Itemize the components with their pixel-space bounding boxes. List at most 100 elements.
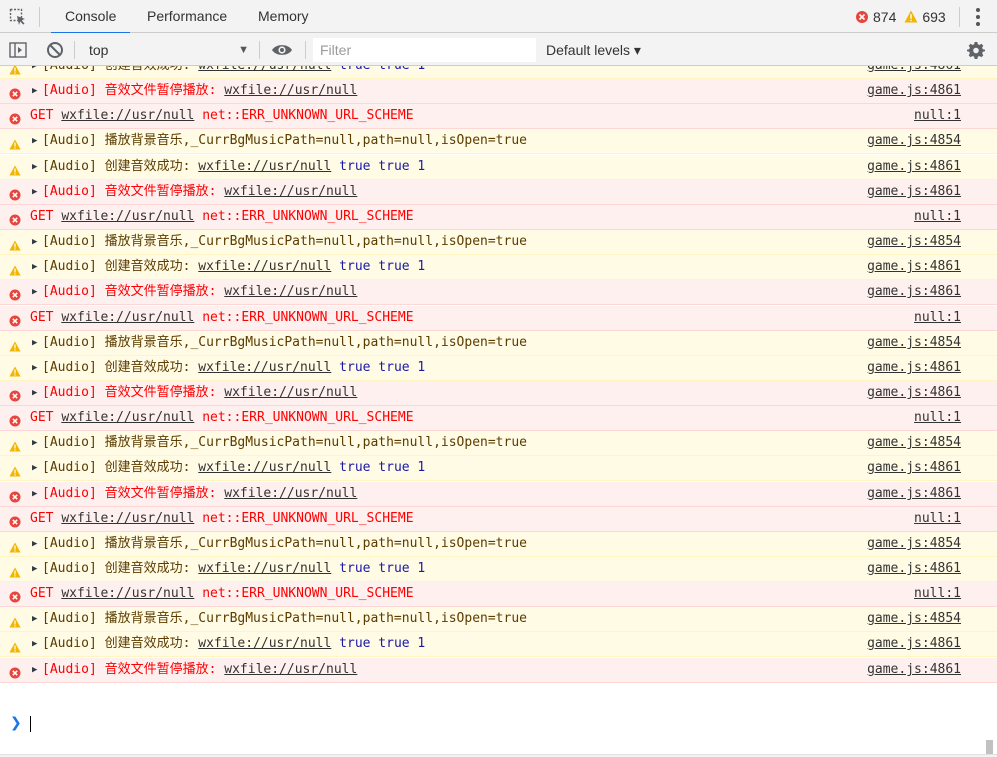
source-link[interactable]: game.js:4861 [867, 180, 961, 204]
filter-input[interactable] [313, 38, 536, 62]
tab-console[interactable]: Console [50, 0, 131, 34]
warning-message-row[interactable]: ▶[Audio] 创建音效成功: wxfile://usr/null true … [0, 155, 997, 180]
source-link[interactable]: game.js:4861 [867, 66, 961, 78]
message-url-link[interactable]: wxfile://usr/null [198, 66, 331, 73]
message-url-link[interactable]: wxfile://usr/null [224, 284, 357, 299]
message-url-link[interactable]: wxfile://usr/null [198, 159, 331, 174]
error-message-row[interactable]: ▶ [Audio] 音效文件暂停播放: wxfile://usr/null game… [0, 79, 997, 104]
expand-triangle-icon[interactable]: ▶ [32, 607, 37, 631]
expand-triangle-icon[interactable]: ▶ [32, 79, 37, 103]
warning-message-row[interactable]: ▶ [Audio] 播放背景音乐,_CurrBgMusicPath=null,pa… [0, 431, 997, 456]
source-link[interactable]: game.js:4854 [867, 532, 961, 556]
expand-triangle-icon[interactable]: ▶ [32, 280, 37, 304]
source-link[interactable]: game.js:4854 [867, 331, 961, 355]
issue-counts[interactable]: 874 693 [855, 0, 946, 33]
source-link[interactable]: game.js:4861 [867, 356, 961, 380]
more-options-icon[interactable] [969, 6, 987, 28]
error-icon [9, 664, 21, 679]
message-url-link[interactable]: wxfile://usr/null [224, 184, 357, 199]
source-link[interactable]: game.js:4861 [867, 482, 961, 506]
message-url-link[interactable]: wxfile://usr/null [61, 586, 194, 601]
error-message-row[interactable]: ▶ [Audio] 音效文件暂停播放: wxfile://usr/null game… [0, 381, 997, 406]
expand-triangle-icon[interactable]: ▶ [32, 331, 37, 355]
source-link[interactable]: game.js:4854 [867, 230, 961, 254]
error-message-row: GET wxfile://usr/null net::ERR_UNKNOWN_U… [0, 406, 997, 431]
message-url-link[interactable]: wxfile://usr/null [224, 486, 357, 501]
source-link[interactable]: game.js:4861 [867, 381, 961, 405]
console-prompt[interactable]: ❯ [0, 711, 997, 741]
source-link[interactable]: game.js:4861 [867, 658, 961, 682]
source-link[interactable]: game.js:4861 [867, 280, 961, 304]
tab-memory[interactable]: Memory [258, 0, 309, 33]
warning-message-row[interactable]: ▶ [Audio] 播放背景音乐,_CurrBgMusicPath=null,pa… [0, 230, 997, 255]
warning-message-row[interactable]: ▶ [Audio] 播放背景音乐,_CurrBgMusicPath=null,pa… [0, 129, 997, 154]
expand-triangle-icon[interactable]: ▶ [32, 557, 37, 581]
message-url-link[interactable]: wxfile://usr/null [198, 360, 331, 375]
message-text: [Audio] 播放背景音乐,_CurrBgMusicPath=null,pat… [42, 230, 527, 254]
tab-performance[interactable]: Performance [147, 0, 227, 33]
inspect-element-icon[interactable] [6, 6, 30, 28]
expand-triangle-icon[interactable]: ▶ [32, 482, 37, 506]
source-link[interactable]: null:1 [914, 205, 961, 229]
message-url-link[interactable]: wxfile://usr/null [198, 561, 331, 576]
source-link[interactable]: game.js:4861 [867, 155, 961, 179]
source-link[interactable]: game.js:4861 [867, 632, 961, 656]
sidebar-toggle-icon[interactable] [7, 39, 29, 61]
source-link[interactable]: game.js:4854 [867, 431, 961, 455]
message-url-link[interactable]: wxfile://usr/null [61, 209, 194, 224]
message-url-link[interactable]: wxfile://usr/null [61, 310, 194, 325]
source-link[interactable]: game.js:4854 [867, 129, 961, 153]
context-selector[interactable]: top ▼ [83, 38, 251, 62]
message-url-link[interactable]: wxfile://usr/null [224, 385, 357, 400]
message-url-link[interactable]: wxfile://usr/null [224, 83, 357, 98]
error-message-row[interactable]: ▶ [Audio] 音效文件暂停播放: wxfile://usr/null game… [0, 482, 997, 507]
warning-icon [9, 437, 21, 452]
error-message-row[interactable]: ▶ [Audio] 音效文件暂停播放: wxfile://usr/null game… [0, 180, 997, 205]
expand-triangle-icon[interactable]: ▶ [32, 632, 37, 656]
message-url-link[interactable]: wxfile://usr/null [61, 410, 194, 425]
warning-message-row[interactable]: ▶[Audio] 创建音效成功: wxfile://usr/null true … [0, 456, 997, 481]
message-url-link[interactable]: wxfile://usr/null [198, 259, 331, 274]
expand-triangle-icon[interactable]: ▶ [32, 129, 37, 153]
eye-icon[interactable] [271, 39, 293, 61]
source-link[interactable]: null:1 [914, 406, 961, 430]
source-link[interactable]: game.js:4861 [867, 557, 961, 581]
expand-triangle-icon[interactable]: ▶ [32, 230, 37, 254]
source-link[interactable]: null:1 [914, 507, 961, 531]
warning-message-row[interactable]: ▶ [Audio] 播放背景音乐,_CurrBgMusicPath=null,pa… [0, 532, 997, 557]
warning-message-row[interactable]: ▶[Audio] 创建音效成功: wxfile://usr/null true … [0, 66, 997, 79]
message-url-link[interactable]: wxfile://usr/null [61, 511, 194, 526]
error-message-row[interactable]: ▶ [Audio] 音效文件暂停播放: wxfile://usr/null game… [0, 280, 997, 305]
settings-gear-icon[interactable] [965, 39, 987, 61]
source-link[interactable]: game.js:4861 [867, 255, 961, 279]
message-url-link[interactable]: wxfile://usr/null [198, 460, 331, 475]
warning-message-row[interactable]: ▶[Audio] 创建音效成功: wxfile://usr/null true … [0, 557, 997, 582]
error-message-row[interactable]: ▶ [Audio] 音效文件暂停播放: wxfile://usr/null game… [0, 658, 997, 683]
message-url-link[interactable]: wxfile://usr/null [61, 108, 194, 123]
clear-console-icon[interactable] [44, 39, 66, 61]
warning-message-row[interactable]: ▶[Audio] 创建音效成功: wxfile://usr/null true … [0, 356, 997, 381]
expand-triangle-icon[interactable]: ▶ [32, 155, 37, 179]
expand-triangle-icon[interactable]: ▶ [32, 66, 37, 78]
warning-message-row[interactable]: ▶ [Audio] 播放背景音乐,_CurrBgMusicPath=null,pa… [0, 331, 997, 356]
expand-triangle-icon[interactable]: ▶ [32, 180, 37, 204]
warning-message-row[interactable]: ▶[Audio] 创建音效成功: wxfile://usr/null true … [0, 255, 997, 280]
expand-triangle-icon[interactable]: ▶ [32, 658, 37, 682]
source-link[interactable]: game.js:4861 [867, 79, 961, 103]
message-url-link[interactable]: wxfile://usr/null [224, 662, 357, 677]
source-link[interactable]: game.js:4861 [867, 456, 961, 480]
source-link[interactable]: null:1 [914, 104, 961, 128]
warning-message-row[interactable]: ▶ [Audio] 播放背景音乐,_CurrBgMusicPath=null,pa… [0, 607, 997, 632]
message-url-link[interactable]: wxfile://usr/null [198, 636, 331, 651]
expand-triangle-icon[interactable]: ▶ [32, 255, 37, 279]
log-levels-dropdown[interactable]: Default levels ▾ [546, 38, 641, 62]
expand-triangle-icon[interactable]: ▶ [32, 532, 37, 556]
expand-triangle-icon[interactable]: ▶ [32, 456, 37, 480]
source-link[interactable]: null:1 [914, 306, 961, 330]
expand-triangle-icon[interactable]: ▶ [32, 381, 37, 405]
expand-triangle-icon[interactable]: ▶ [32, 431, 37, 455]
expand-triangle-icon[interactable]: ▶ [32, 356, 37, 380]
source-link[interactable]: game.js:4854 [867, 607, 961, 631]
warning-message-row[interactable]: ▶[Audio] 创建音效成功: wxfile://usr/null true … [0, 632, 997, 657]
source-link[interactable]: null:1 [914, 582, 961, 606]
